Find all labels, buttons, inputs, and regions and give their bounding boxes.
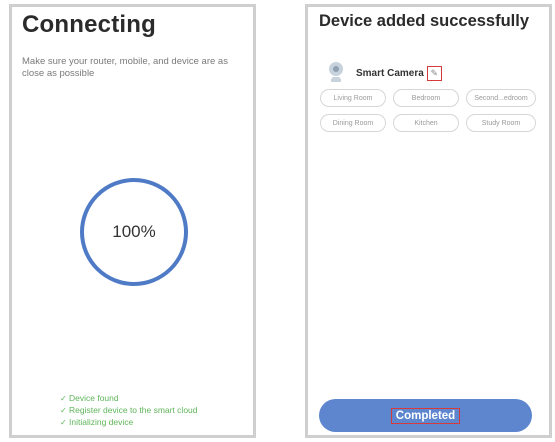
completed-button[interactable]: Completed bbox=[319, 399, 532, 432]
connecting-screen: Connecting Make sure your router, mobile… bbox=[9, 4, 256, 438]
pencil-icon: ✎ bbox=[430, 67, 439, 78]
check-icon: ✓ bbox=[60, 417, 67, 427]
room-chip-living-room[interactable]: Living Room bbox=[320, 89, 386, 107]
completed-button-label: Completed bbox=[390, 407, 461, 424]
camera-icon bbox=[326, 61, 346, 85]
connection-steps: ✓ Device found ✓ Register device to the … bbox=[60, 392, 198, 428]
step-register-device: ✓ Register device to the smart cloud bbox=[60, 404, 198, 416]
device-added-screen: Device added successfully Smart Camera ✎… bbox=[305, 4, 552, 438]
step-device-found: ✓ Device found bbox=[60, 392, 198, 404]
connecting-title: Connecting bbox=[22, 11, 156, 38]
room-chip-study-room[interactable]: Study Room bbox=[466, 114, 536, 132]
check-icon: ✓ bbox=[60, 393, 67, 403]
room-chip-second-bedroom[interactable]: Second...edroom bbox=[466, 89, 536, 107]
room-chip-dining-room[interactable]: Dining Room bbox=[320, 114, 386, 132]
edit-name-button[interactable]: ✎ bbox=[426, 65, 442, 81]
room-chip-bedroom[interactable]: Bedroom bbox=[393, 89, 459, 107]
room-chips: Living Room Bedroom Second...edroom Dini… bbox=[320, 89, 545, 132]
device-added-title: Device added successfully bbox=[319, 12, 530, 30]
device-name: Smart Camera bbox=[356, 67, 424, 79]
progress-ring: 100% bbox=[80, 178, 188, 286]
connecting-description: Make sure your router, mobile, and devic… bbox=[22, 56, 228, 79]
step-initializing-device: ✓ Initializing device bbox=[60, 416, 198, 428]
progress-percentage: 100% bbox=[112, 222, 156, 241]
step-label: Device found bbox=[69, 393, 119, 403]
check-icon: ✓ bbox=[60, 405, 67, 415]
room-chip-kitchen[interactable]: Kitchen bbox=[393, 114, 459, 132]
step-label: Register device to the smart cloud bbox=[69, 405, 198, 415]
step-label: Initializing device bbox=[69, 417, 134, 427]
device-row: Smart Camera ✎ bbox=[326, 59, 442, 87]
